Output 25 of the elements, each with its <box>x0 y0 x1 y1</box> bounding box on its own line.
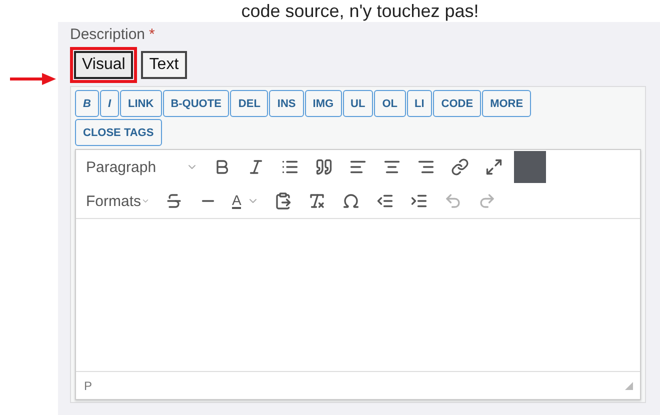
quicktag-button[interactable]: B <box>75 90 99 117</box>
quicktag-button[interactable]: IMG <box>304 90 342 117</box>
quicktag-button[interactable]: MORE <box>482 90 532 117</box>
format-dropdown[interactable]: Paragraph <box>82 158 202 176</box>
quicktag-button[interactable]: UL <box>342 90 374 117</box>
element-path[interactable]: P <box>84 378 92 392</box>
pointer-arrow <box>10 72 56 86</box>
quicktag-button[interactable]: I <box>100 90 120 117</box>
quicktag-button[interactable]: LINK <box>120 90 162 117</box>
quicktag-button[interactable]: DEL <box>230 90 268 117</box>
quicktag-button[interactable]: CLOSE TAGS <box>75 119 162 146</box>
quicktag-button[interactable]: OL <box>374 90 406 117</box>
text-color-button[interactable]: A <box>228 193 264 209</box>
quicktag-button[interactable]: B-QUOTE <box>162 90 230 117</box>
quicktag-button[interactable]: CODE <box>433 90 482 117</box>
color-swatch[interactable] <box>514 151 546 183</box>
editor-tab[interactable]: Visual <box>74 51 134 79</box>
resize-handle-icon[interactable] <box>624 380 634 390</box>
editor-tab[interactable]: Text <box>141 51 187 79</box>
required-mark: * <box>149 26 155 45</box>
caption-text: code source, n'y touchez pas! <box>240 0 480 22</box>
quicktag-button[interactable]: LI <box>406 90 432 117</box>
format-dropdown[interactable]: Formats <box>82 192 154 210</box>
quicktag-button[interactable]: INS <box>269 90 304 117</box>
field-label-text: Description <box>70 26 146 45</box>
